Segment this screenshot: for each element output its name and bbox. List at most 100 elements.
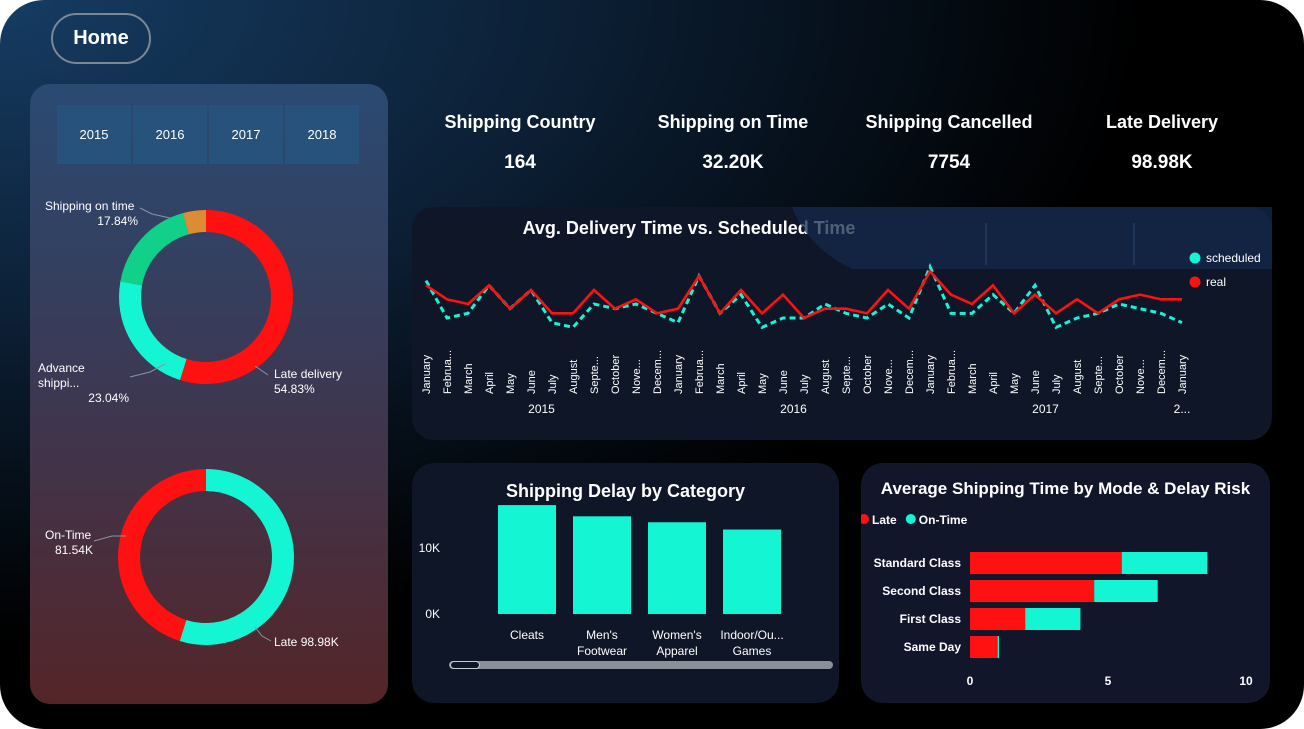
x-tick-label: May <box>505 373 517 394</box>
x-tick-label: April <box>736 372 748 394</box>
x-tick-label: January <box>925 354 937 394</box>
kpi-value: 98.98K <box>1131 152 1193 173</box>
x-tick-label: April <box>988 372 1000 394</box>
x-tick-label: October <box>1114 355 1126 394</box>
kpi-title: Late Delivery <box>1105 112 1219 132</box>
bar-segment-On-Time <box>1025 608 1081 630</box>
x-tick-label: 0 <box>967 674 974 688</box>
donut-label-on-time: On-Time 81.54K <box>45 528 93 557</box>
legend-marker-scheduled <box>1189 252 1201 264</box>
category-bar <box>648 522 706 614</box>
delivery-time-line-chart: January Februa... March April May June July Aug… <box>421 207 1272 416</box>
bar-segment-On-Time <box>1094 580 1158 602</box>
x-tick-label: Apparel <box>656 644 697 658</box>
category-bar <box>723 529 781 614</box>
legend-label-real: real <box>1206 275 1226 289</box>
y-tick-label: First Class <box>900 612 962 626</box>
kpi-value: 164 <box>504 152 536 173</box>
donut-segment <box>118 469 207 641</box>
bar-segment-Late <box>970 608 1026 630</box>
donut-label-shipping-on-time: Shipping on time 17.84% <box>45 199 138 228</box>
x-tick-label: Cleats <box>510 628 544 642</box>
category-bar <box>498 505 556 614</box>
kpi-title: Shipping Cancelled <box>865 112 1033 132</box>
donut-segment <box>120 213 190 286</box>
x-tick-label: June <box>1030 370 1042 394</box>
kpi-late-delivery: Late Delivery 98.98K <box>1062 112 1262 174</box>
x-tick-label: Women's <box>652 628 701 642</box>
donut-segment <box>180 210 293 384</box>
x-group-label: 2017 <box>1032 402 1059 416</box>
x-tick-label: August <box>820 360 832 394</box>
x-tick-label: Indoor/Ou... <box>720 628 783 642</box>
x-tick-label: Septe... <box>1093 356 1105 394</box>
x-tick-label: July <box>799 374 811 394</box>
legend-marker-real <box>1189 276 1201 288</box>
x-tick-label: July <box>547 374 559 394</box>
x-tick-label: Decem... <box>652 350 664 394</box>
x-tick-label: October <box>862 355 874 394</box>
kpi-shipping-cancelled: Shipping Cancelled 7754 <box>849 112 1049 174</box>
kpi-value: 7754 <box>927 152 971 173</box>
x-tick-label: July <box>1051 374 1063 394</box>
category-bar <box>573 516 631 614</box>
x-group-label: 2... <box>1174 402 1191 416</box>
dashboard-frame: Home 2015 2016 2017 2018 Shipping on tim… <box>0 0 1304 729</box>
donut-label-late: Late 98.98K <box>274 635 339 649</box>
donut-segment <box>182 210 207 235</box>
bar-chart-scroll-thumb[interactable] <box>450 661 480 669</box>
x-tick-label: May <box>757 373 769 394</box>
bar-segment-On-Time <box>1121 552 1208 574</box>
x-tick-label: August <box>1072 360 1084 394</box>
x-tick-label: Games <box>733 644 772 658</box>
legend-label-Late: Late <box>872 513 897 527</box>
legend-label-scheduled: scheduled <box>1206 251 1261 265</box>
x-tick-label: Nove... <box>1135 359 1147 394</box>
x-tick-label: Septe... <box>589 356 601 394</box>
x-group-label: 2015 <box>528 402 555 416</box>
leader-line <box>254 626 272 642</box>
y-tick-label: 10K <box>419 541 440 555</box>
leader-line <box>139 207 171 219</box>
x-tick-label: Februa... <box>946 350 958 394</box>
x-tick-label: March <box>463 363 475 394</box>
y-tick-label: Same Day <box>904 640 962 654</box>
donut-segment <box>119 281 187 381</box>
kpi-shipping-on-time: Shipping on Time 32.20K <box>633 112 833 174</box>
x-tick-label: June <box>778 370 790 394</box>
x-tick-label: Februa... <box>442 350 454 394</box>
x-tick-label: Nove... <box>631 359 643 394</box>
legend-label-On-Time: On-Time <box>919 513 968 527</box>
x-group-label: 2016 <box>780 402 807 416</box>
bar-chart-scrollbar[interactable] <box>449 661 833 669</box>
y-tick-label: Standard Class <box>874 556 962 570</box>
x-tick-label: June <box>526 370 538 394</box>
donut-label-late-delivery: Late delivery 54.83% <box>274 367 343 396</box>
legend-marker-On-Time <box>905 514 916 524</box>
y-tick-label: 0K <box>425 607 440 621</box>
kpi-shipping-country: Shipping Country 164 <box>420 112 620 174</box>
shipping-mode-bar-chart: Late On-Time Standard Class Second Class Fir… <box>861 513 1253 688</box>
x-tick-label: Decem... <box>904 350 916 394</box>
x-tick-label: May <box>1009 373 1021 394</box>
x-tick-label: 5 <box>1105 674 1112 688</box>
bar-segment-Late <box>970 580 1095 602</box>
x-tick-label: January <box>1177 354 1189 394</box>
kpi-value: 32.20K <box>702 152 764 173</box>
series-line-real <box>425 269 1182 320</box>
x-tick-label: October <box>610 355 622 394</box>
x-tick-label: Footwear <box>577 644 627 658</box>
x-tick-label: January <box>421 354 433 394</box>
x-tick-label: Septe... <box>841 356 853 394</box>
donut-segment <box>179 469 294 645</box>
x-tick-label: April <box>484 372 496 394</box>
leader-line <box>254 365 269 376</box>
x-tick-label: 10 <box>1239 674 1253 688</box>
x-tick-label: Februa... <box>694 350 706 394</box>
x-tick-label: Men's <box>586 628 618 642</box>
y-tick-label: Second Class <box>882 584 961 598</box>
kpi-title: Shipping on Time <box>657 112 809 132</box>
x-tick-label: March <box>967 363 979 394</box>
legend-marker-Late <box>861 514 869 524</box>
bar-segment-Late <box>970 636 998 658</box>
